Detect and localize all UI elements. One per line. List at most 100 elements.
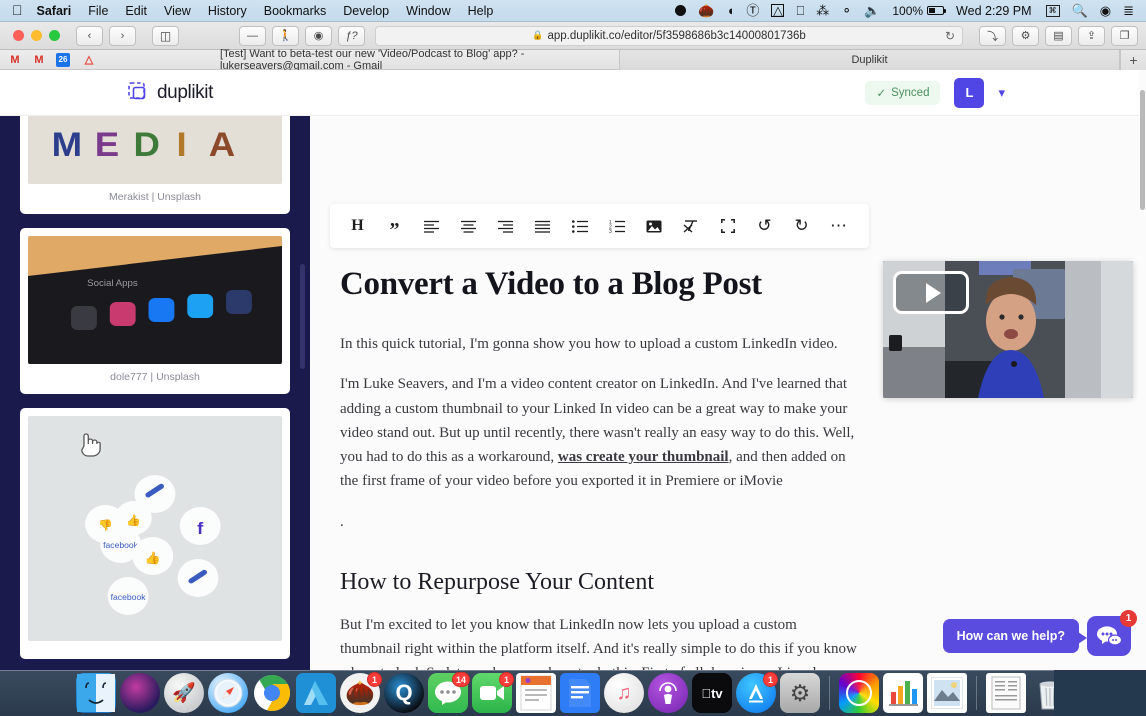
menu-item-window[interactable]: Window bbox=[406, 4, 450, 18]
grammarly-extension-icon[interactable]: ◉ bbox=[305, 26, 332, 46]
creative-cloud-icon[interactable]: ◖ bbox=[727, 4, 735, 17]
menu-item-develop[interactable]: Develop bbox=[343, 4, 389, 18]
settings-gear-icon[interactable]: ⚙ bbox=[1012, 26, 1039, 46]
maximize-window-button[interactable] bbox=[49, 30, 60, 41]
article-editor[interactable]: Convert a Video to a Blog Post In this q… bbox=[340, 266, 860, 670]
align-right-button[interactable] bbox=[488, 209, 523, 243]
article-paragraph-1[interactable]: In this quick tutorial, I'm gonna show y… bbox=[340, 332, 860, 356]
play-button-icon[interactable] bbox=[893, 271, 969, 314]
close-window-button[interactable] bbox=[13, 30, 24, 41]
video-player[interactable] bbox=[883, 261, 1133, 398]
redo-button[interactable]: ↻ bbox=[784, 209, 819, 243]
clear-formatting-button[interactable] bbox=[673, 209, 708, 243]
duplikit-logo[interactable]: duplikit bbox=[128, 82, 213, 104]
airplay-icon[interactable]: ⎕ bbox=[796, 4, 804, 17]
new-tab-button[interactable]: + bbox=[1120, 50, 1146, 70]
insert-image-button[interactable] bbox=[636, 209, 671, 243]
forward-button[interactable]: › bbox=[109, 26, 136, 46]
chat-launcher-button[interactable]: 1 bbox=[1087, 616, 1131, 656]
search-icon[interactable]: 🔍 bbox=[1072, 4, 1088, 17]
dock-item-app-store[interactable]: 1 bbox=[736, 673, 776, 713]
downloads-icon[interactable]: ⤵ bbox=[979, 26, 1006, 46]
menu-item-bookmarks[interactable]: Bookmarks bbox=[264, 4, 327, 18]
record-circle-icon[interactable] bbox=[675, 5, 686, 16]
image-card[interactable]: Social Apps dole777 | Unsplash bbox=[20, 228, 290, 394]
menu-item-help[interactable]: Help bbox=[468, 4, 494, 18]
blockquote-button[interactable]: ” bbox=[377, 209, 412, 243]
more-options-button[interactable]: ⋯ bbox=[821, 209, 856, 243]
sidebar-toggle-button[interactable]: ◫ bbox=[152, 26, 179, 46]
dock-item-affinity-designer[interactable] bbox=[296, 673, 336, 713]
chat-prompt-bubble[interactable]: How can we help? bbox=[943, 619, 1079, 653]
menu-item-safari[interactable]: Safari bbox=[37, 4, 72, 18]
article-paragraph-4[interactable]: But I'm excited to let you know that Lin… bbox=[340, 613, 860, 670]
article-title[interactable]: Convert a Video to a Blog Post bbox=[340, 266, 860, 304]
address-bar[interactable]: 🔒 app.duplikit.co/editor/5f3598686b3c140… bbox=[375, 26, 963, 46]
dock-item-evernote[interactable]: 🌰 1 bbox=[340, 673, 380, 713]
fontface-extension-icon[interactable]: ƒ? bbox=[338, 26, 365, 46]
dock-item-powerpoint[interactable] bbox=[516, 673, 556, 713]
dock-item-podcasts[interactable] bbox=[648, 673, 688, 713]
screenshot-icon[interactable]: ⌘ bbox=[1046, 5, 1060, 17]
dropbox-icon[interactable]: △ bbox=[771, 4, 784, 17]
wifi-icon[interactable]: ⚬ bbox=[841, 4, 852, 17]
share-icon[interactable]: ⇪ bbox=[1078, 26, 1105, 46]
dock-item-messages[interactable]: 14 bbox=[428, 673, 468, 713]
dock-item-safari[interactable] bbox=[208, 673, 248, 713]
control-center-icon[interactable]: ≣ bbox=[1123, 4, 1134, 17]
dock-item-preview[interactable] bbox=[927, 673, 967, 713]
page-scrollbar[interactable] bbox=[1139, 70, 1146, 670]
article-paragraph-2[interactable]: I'm Luke Seavers, and I'm a video conten… bbox=[340, 372, 860, 493]
menu-item-edit[interactable]: Edit bbox=[125, 4, 147, 18]
shazam-icon[interactable]: Ⓣ bbox=[746, 4, 759, 17]
undo-button[interactable]: ↺ bbox=[747, 209, 782, 243]
dock-item-launchpad[interactable]: 🚀 bbox=[164, 673, 204, 713]
dock-item-creative-cloud[interactable] bbox=[839, 673, 879, 713]
paragraph-2-emphasis[interactable]: was create your thumbnail bbox=[558, 449, 729, 465]
menu-item-file[interactable]: File bbox=[88, 4, 108, 18]
align-center-button[interactable] bbox=[451, 209, 486, 243]
dock-item-itunes[interactable]: ♫ bbox=[604, 673, 644, 713]
chevron-down-icon[interactable]: ▾ bbox=[998, 85, 1005, 101]
bullet-list-button[interactable] bbox=[562, 209, 597, 243]
align-justify-button[interactable] bbox=[525, 209, 560, 243]
volume-icon[interactable]: 🔈 bbox=[864, 4, 880, 17]
reader-icon[interactable]: ▤ bbox=[1045, 26, 1072, 46]
menu-bar-clock[interactable]: Wed 2:29 PM bbox=[956, 4, 1032, 18]
dock-item-apple-tv[interactable]: tv bbox=[692, 673, 732, 713]
dock-item-pages[interactable] bbox=[560, 673, 600, 713]
dock-item-documents-stack[interactable] bbox=[986, 673, 1026, 713]
image-sidebar[interactable]: SOCIAL M E D I A Merakist | Unsplash bbox=[0, 116, 310, 670]
reload-icon[interactable]: ↻ bbox=[945, 29, 955, 43]
battery-icon[interactable] bbox=[927, 6, 944, 15]
tabs-overview-icon[interactable]: ❐ bbox=[1111, 26, 1138, 46]
walker-extension-icon[interactable]: 🚶 bbox=[272, 26, 299, 46]
dock-item-system-preferences[interactable]: ⚙ bbox=[780, 673, 820, 713]
image-card[interactable]: 👎 👍 facebook 👍 f facebook bbox=[20, 408, 290, 659]
minimize-window-button[interactable] bbox=[31, 30, 42, 41]
dock-item-chrome[interactable] bbox=[252, 673, 292, 713]
dock-item-numbers[interactable] bbox=[883, 673, 923, 713]
fullscreen-button[interactable] bbox=[710, 209, 745, 243]
bluetooth-icon[interactable]: ⁂ bbox=[816, 4, 829, 17]
dock-item-siri[interactable] bbox=[120, 673, 160, 713]
dock-item-qbittorrent[interactable]: Q bbox=[384, 673, 424, 713]
article-paragraph-3[interactable]: . bbox=[340, 510, 860, 534]
image-card[interactable]: SOCIAL M E D I A Merakist | Unsplash bbox=[20, 116, 290, 214]
tab-gmail[interactable]: [Test] Want to beta-test our new 'Video/… bbox=[0, 50, 620, 70]
siri-icon[interactable]: ◉ bbox=[1100, 4, 1111, 17]
tab-duplikit[interactable]: Duplikit bbox=[620, 50, 1120, 70]
evernote-icon[interactable]: 🌰 bbox=[698, 4, 714, 17]
heading-button[interactable]: H bbox=[340, 209, 375, 243]
minus-extension-button[interactable]: — bbox=[239, 26, 266, 46]
dock-item-finder[interactable] bbox=[76, 673, 116, 713]
menu-item-view[interactable]: View bbox=[164, 4, 191, 18]
menu-item-history[interactable]: History bbox=[208, 4, 247, 18]
apple-menu-icon[interactable]:  bbox=[12, 3, 23, 17]
article-subheading[interactable]: How to Repurpose Your Content bbox=[340, 568, 860, 597]
dock-item-facetime[interactable]: 1 bbox=[472, 673, 512, 713]
align-left-button[interactable] bbox=[414, 209, 449, 243]
user-avatar[interactable]: L bbox=[954, 78, 984, 108]
numbered-list-button[interactable]: 123 bbox=[599, 209, 634, 243]
sidebar-scrollbar[interactable] bbox=[300, 264, 305, 369]
